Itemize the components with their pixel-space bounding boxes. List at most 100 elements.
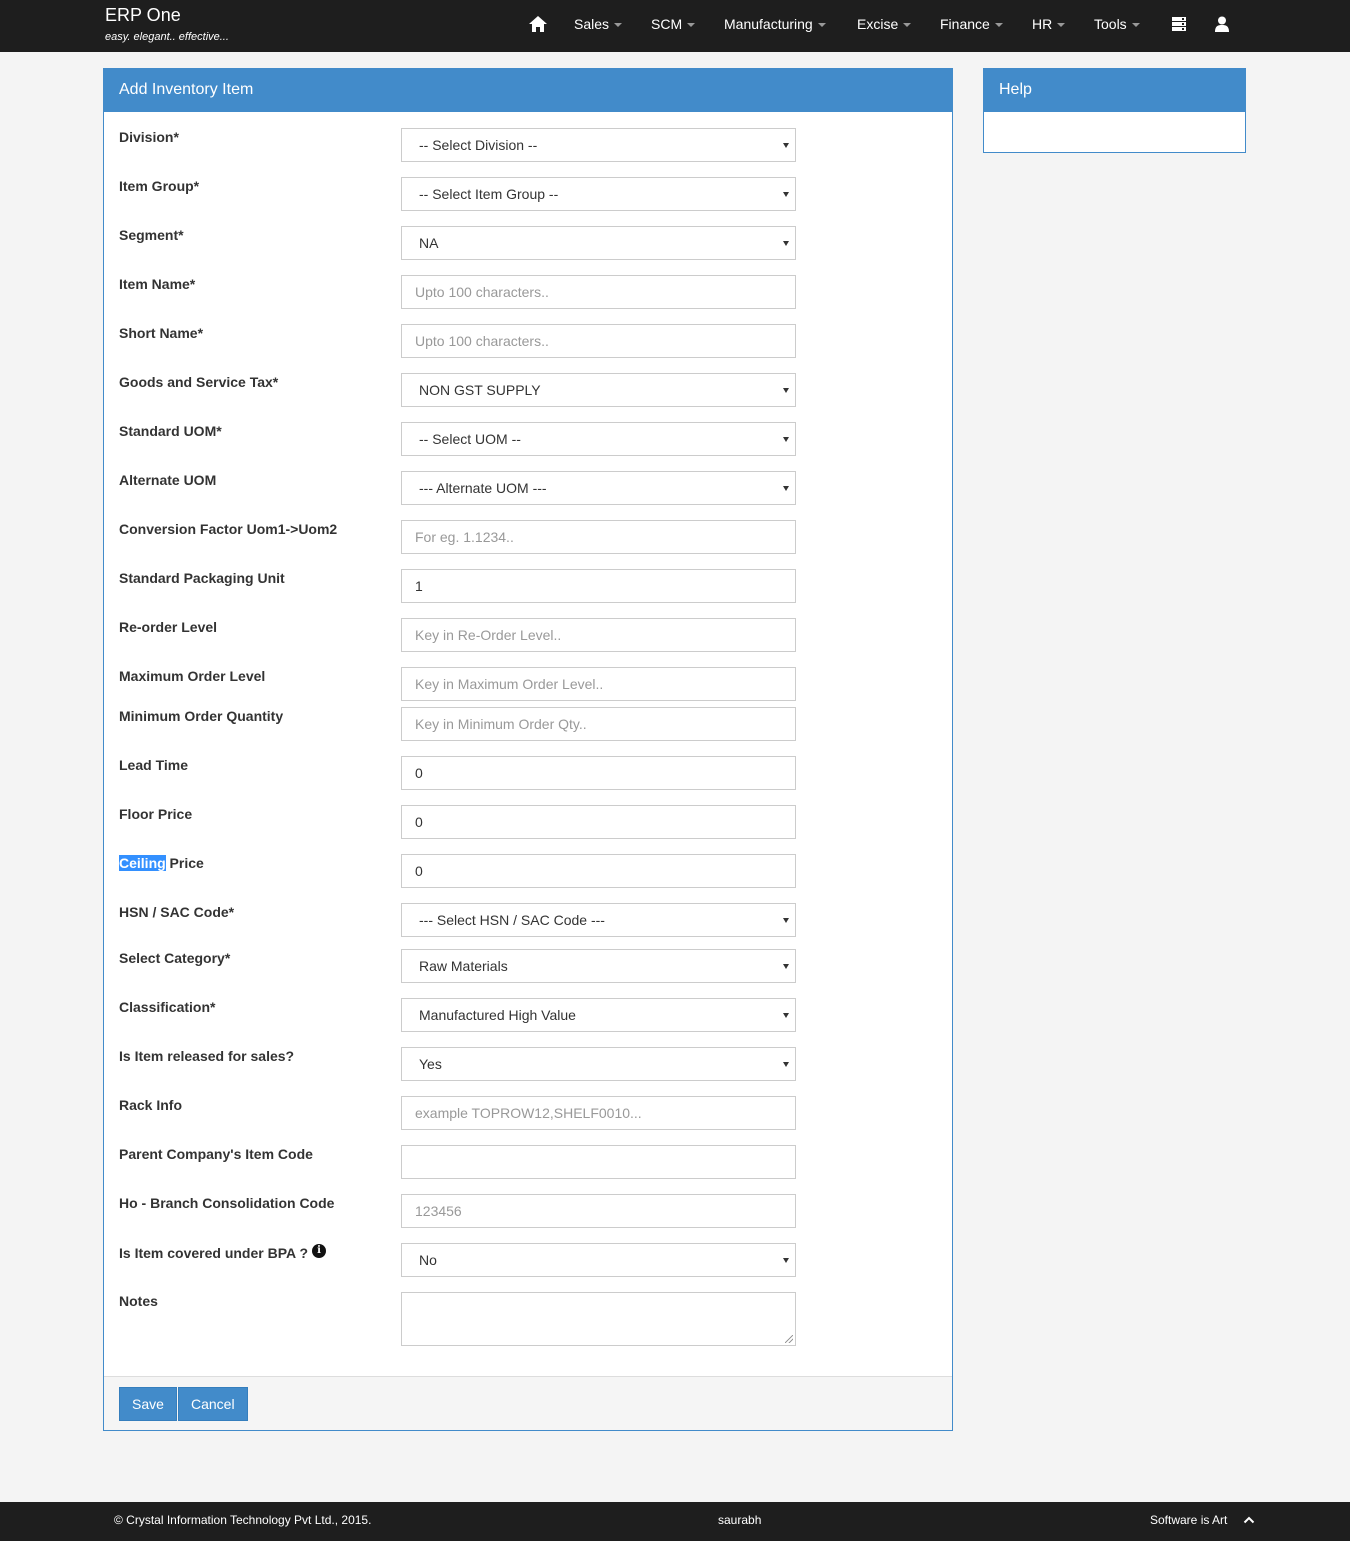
label-conversion-factor: Conversion Factor Uom1->Uom2	[119, 521, 338, 537]
floor-price-input[interactable]: 0	[401, 805, 796, 839]
segment-select[interactable]: NA	[401, 226, 796, 260]
form-footer: Save Cancel	[104, 1376, 952, 1430]
dropdown-arrow-icon	[783, 388, 789, 393]
user-icon[interactable]	[1213, 15, 1231, 33]
lead-time-input[interactable]: 0	[401, 756, 796, 790]
released-for-sales-select[interactable]: Yes	[401, 1047, 796, 1081]
logged-in-user: saurabh	[718, 1513, 762, 1527]
consolidation-code-input[interactable]: 123456	[401, 1194, 796, 1228]
nav-menu-finance[interactable]: Finance	[940, 16, 1003, 32]
label-notes: Notes	[119, 1293, 158, 1309]
packaging-unit-input[interactable]: 1	[401, 569, 796, 603]
label-released-for-sales: Is Item released for sales?	[119, 1048, 295, 1064]
nav-menu-sales[interactable]: Sales	[574, 16, 623, 32]
max-order-level-input[interactable]: Key in Maximum Order Level..	[401, 667, 796, 701]
released-for-sales-value: Yes	[419, 1056, 442, 1072]
max-order-level-placeholder: Key in Maximum Order Level..	[415, 676, 604, 692]
label-category: Select Category*	[119, 950, 231, 966]
bpa-select[interactable]: No	[401, 1243, 796, 1277]
item-group-value: -- Select Item Group --	[419, 186, 559, 202]
standard-uom-select[interactable]: -- Select UOM --	[401, 422, 796, 456]
nav-menu-label: SCM	[651, 16, 683, 32]
caret-down-icon	[994, 23, 1003, 28]
short-name-input[interactable]: Upto 100 characters..	[401, 324, 796, 358]
dropdown-arrow-icon	[783, 964, 789, 969]
dropdown-arrow-icon	[783, 486, 789, 491]
caret-down-icon	[1131, 23, 1140, 28]
server-icon[interactable]	[1170, 15, 1188, 33]
label-reorder-level: Re-order Level	[119, 619, 218, 635]
reorder-level-input[interactable]: Key in Re-Order Level..	[401, 618, 796, 652]
brand-title[interactable]: ERP One	[105, 5, 181, 26]
label-classification: Classification*	[119, 999, 216, 1015]
label-rack-info: Rack Info	[119, 1097, 183, 1113]
alternate-uom-select[interactable]: --- Alternate UOM ---	[401, 471, 796, 505]
classification-select[interactable]: Manufactured High Value	[401, 998, 796, 1032]
dropdown-arrow-icon	[783, 143, 789, 148]
reorder-level-placeholder: Key in Re-Order Level..	[415, 627, 562, 643]
item-name-input[interactable]: Upto 100 characters..	[401, 275, 796, 309]
short-name-placeholder: Upto 100 characters..	[415, 333, 549, 349]
caret-down-icon	[903, 23, 912, 28]
resize-grip-icon[interactable]	[785, 1335, 793, 1343]
gst-value: NON GST SUPPLY	[419, 382, 541, 398]
consolidation-code-placeholder: 123456	[415, 1203, 462, 1219]
dropdown-arrow-icon	[783, 1013, 789, 1018]
floor-price-value: 0	[415, 814, 423, 830]
home-icon[interactable]	[528, 14, 548, 34]
save-button[interactable]: Save	[119, 1387, 177, 1421]
nav-menu-excise[interactable]: Excise	[857, 16, 912, 32]
cancel-button[interactable]: Cancel	[178, 1387, 248, 1421]
info-icon[interactable]: i	[312, 1244, 327, 1258]
label-lead-time: Lead Time	[119, 757, 188, 773]
page-footer: © Crystal Information Technology Pvt Ltd…	[0, 1502, 1350, 1541]
label-bpa: Is Item covered under BPA ? i	[119, 1244, 327, 1261]
bpa-value: No	[419, 1252, 437, 1268]
label-item-group: Item Group*	[119, 178, 200, 194]
classification-value: Manufactured High Value	[419, 1007, 576, 1023]
nav-menu-manufacturing[interactable]: Manufacturing	[724, 16, 826, 32]
top-navbar: ERP One easy. elegant.. effective... Sal…	[0, 0, 1350, 52]
parent-item-code-input[interactable]	[401, 1145, 796, 1179]
nav-menu-scm[interactable]: SCM	[651, 16, 696, 32]
add-inventory-panel: Add Inventory Item Division* -- Select D…	[103, 68, 953, 1431]
panel-title: Add Inventory Item	[104, 69, 952, 112]
hsn-sac-value: --- Select HSN / SAC Code ---	[419, 912, 605, 928]
notes-textarea[interactable]	[401, 1292, 796, 1346]
dropdown-arrow-icon	[783, 192, 789, 197]
item-group-select[interactable]: -- Select Item Group --	[401, 177, 796, 211]
label-division: Division*	[119, 129, 179, 145]
caret-down-icon	[687, 23, 696, 28]
nav-menu-label: HR	[1032, 16, 1053, 32]
label-consolidation-code: Ho - Branch Consolidation Code	[119, 1195, 335, 1211]
chevron-up-icon[interactable]	[1243, 1514, 1255, 1526]
nav-menu-label: Finance	[940, 16, 990, 32]
dropdown-arrow-icon	[783, 1062, 789, 1067]
label-parent-item-code: Parent Company's Item Code	[119, 1146, 313, 1162]
min-order-qty-input[interactable]: Key in Minimum Order Qty..	[401, 707, 796, 741]
nav-menu-hr[interactable]: HR	[1032, 16, 1066, 32]
category-select[interactable]: Raw Materials	[401, 949, 796, 983]
selected-text: Ceiling	[119, 855, 166, 871]
label-alternate-uom: Alternate UOM	[119, 472, 217, 488]
gst-select[interactable]: NON GST SUPPLY	[401, 373, 796, 407]
caret-down-icon	[614, 23, 623, 28]
label-rest: Price	[165, 855, 204, 871]
segment-value: NA	[419, 235, 439, 251]
label-floor-price: Floor Price	[119, 806, 193, 822]
copyright-text: © Crystal Information Technology Pvt Ltd…	[114, 1513, 372, 1527]
caret-down-icon	[1057, 23, 1066, 28]
hsn-sac-select[interactable]: --- Select HSN / SAC Code ---	[401, 903, 796, 937]
ceiling-price-value: 0	[415, 863, 423, 879]
help-panel: Help	[983, 68, 1246, 153]
rack-info-input[interactable]: example TOPROW12,SHELF0010...	[401, 1096, 796, 1130]
footer-slogan: Software is Art	[1150, 1513, 1228, 1527]
category-value: Raw Materials	[419, 958, 508, 974]
conversion-factor-placeholder: For eg. 1.1234..	[415, 529, 514, 545]
label-segment: Segment*	[119, 227, 184, 243]
ceiling-price-input[interactable]: 0	[401, 854, 796, 888]
division-select[interactable]: -- Select Division --	[401, 128, 796, 162]
nav-menu-tools[interactable]: Tools	[1094, 16, 1140, 32]
conversion-factor-input[interactable]: For eg. 1.1234..	[401, 520, 796, 554]
nav-menu-label: Excise	[857, 16, 899, 32]
